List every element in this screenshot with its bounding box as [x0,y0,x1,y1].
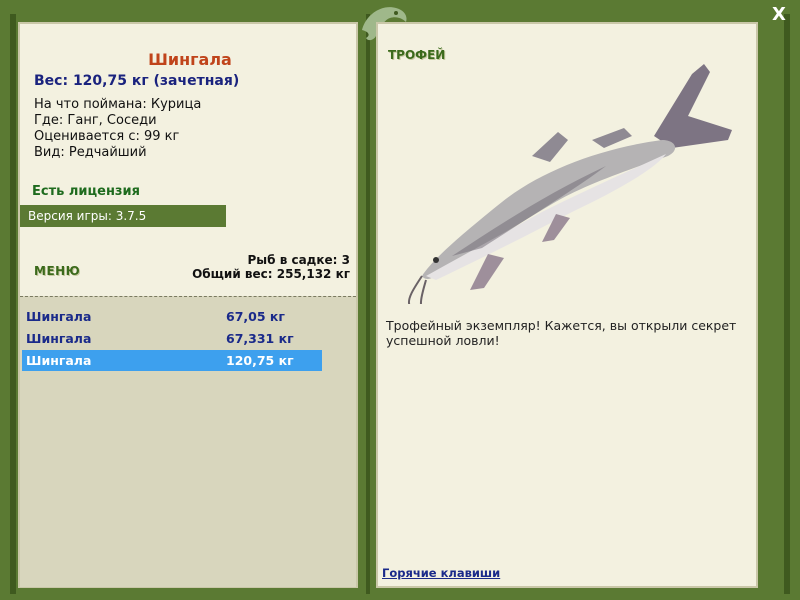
trophy-description: Трофейный экземпляр! Кажется, вы открыли… [386,318,737,348]
trophy-panel: ТРОФЕЙ Трофейный экземпляр! Кажется, вы … [376,22,758,588]
fish-name-title: Шингала [148,50,232,69]
version-bar: Версия игры: 3.7.5 [20,205,226,227]
fish-info-panel: Шингала Вес: 120,75 кг (зачетная) На что… [18,22,358,588]
fish-weight: Вес: 120,75 кг (зачетная) [34,73,240,89]
list-item-weight: 120,75 кг [226,353,294,368]
cage-stats: Рыб в садке: 3 Общий вес: 255,132 кг [192,253,350,281]
list-item-weight: 67,331 кг [226,331,294,346]
list-item-weight: 67,05 кг [226,309,285,324]
list-item-name: Шингала [26,353,92,368]
frame-border-left [10,14,16,594]
list-item-name: Шингала [26,309,92,324]
list-item-selected[interactable]: Шингала 120,75 кг [22,350,322,371]
catch-list: Шингала 67,05 кг Шингала 67,331 кг Шинга… [20,296,356,587]
close-button[interactable]: X [772,4,786,25]
fish-location: Где: Ганг, Соседи [34,113,157,128]
fish-bait: На что поймана: Курица [34,97,202,112]
frame-divider [366,14,370,594]
cage-count: Рыб в садке: 3 [247,253,351,267]
fish-rarity: Вид: Редчайший [34,145,147,160]
list-item[interactable]: Шингала 67,05 кг [22,306,322,327]
catfish-image [408,64,732,304]
list-item[interactable]: Шингала 67,331 кг [22,328,322,349]
fish-threshold: Оценивается с: 99 кг [34,129,180,144]
list-item-name: Шингала [26,331,92,346]
frame-border-right [784,14,790,594]
menu-button[interactable]: МЕНЮ [34,264,80,278]
cage-total-weight: Общий вес: 255,132 кг [192,267,350,281]
license-status: Есть лицензия [32,184,140,199]
hotkeys-link[interactable]: Горячие клавиши [382,566,500,580]
